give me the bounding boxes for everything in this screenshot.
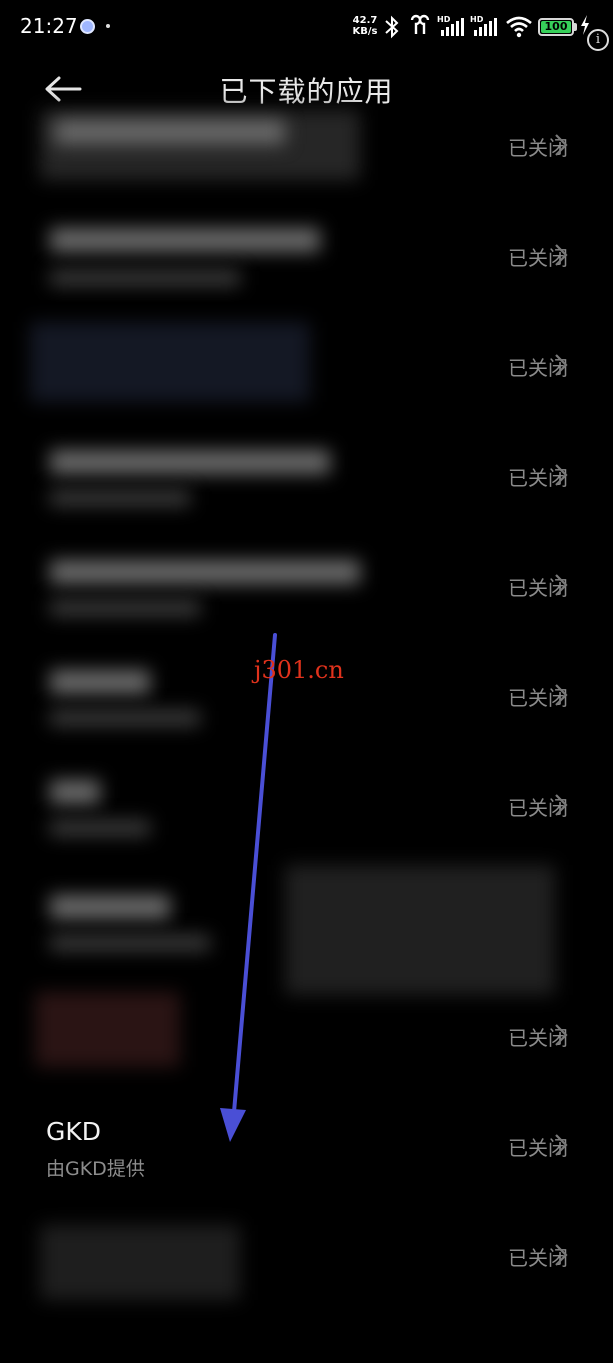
blurred-app-name [50,450,330,474]
app-subtitle: 由GKD提供 [46,1158,145,1180]
chevron-right-icon [555,1134,568,1156]
chevron-right-icon [555,354,568,376]
app-row[interactable] [0,860,613,995]
blurred-app-subtitle [50,820,150,836]
status-time: 21:27 [20,14,78,38]
app-row[interactable]: 已关闭 [0,200,613,310]
chevron-right-icon [555,1244,568,1266]
info-icon[interactable]: i [587,29,609,51]
chevron-right-icon [555,134,568,156]
blurred-app-info [40,1225,240,1300]
hd-signal-icon: HD [437,15,464,36]
svg-text:HD: HD [437,15,451,24]
net-speed-value: 42.7 [352,15,378,26]
app-row[interactable]: 已关闭 [0,530,613,640]
blurred-app-name [50,895,170,919]
net-speed-unit: KB/s [352,26,378,37]
app-row[interactable]: 已关闭 [0,420,613,530]
earbuds-icon [410,14,430,34]
bluetooth-icon [385,15,399,39]
app-row[interactable]: 已关闭 [0,90,613,200]
watermark: j301.cn [254,656,344,684]
blurred-app-name [50,670,150,694]
chevron-right-icon [555,464,568,486]
net-speed: 42.7 KB/s [350,15,380,37]
app-row[interactable]: 已关闭 [0,1200,613,1310]
battery-tip [574,23,577,31]
battery-icon: 100 [538,18,574,36]
status-bar: 21:27 42.7 KB/s HD HD 100 i [0,0,613,56]
blurred-app-subtitle [50,490,190,506]
blurred-app-name [50,228,320,252]
notification-dot-icon [80,19,95,34]
blurred-app-subtitle [50,600,200,616]
app-row-gkd[interactable]: GKD 由GKD提供 已关闭 [0,1090,613,1200]
notification-small-dot-icon [106,24,110,28]
chevron-right-icon [555,574,568,596]
app-row[interactable]: 已关闭 [0,310,613,420]
app-row[interactable]: 已关闭 [0,750,613,860]
chevron-right-icon [555,684,568,706]
blurred-app-name [50,560,360,584]
app-row[interactable]: 已关闭 [0,980,613,1090]
blurred-app-name [50,780,100,804]
blurred-app-name [55,120,285,144]
chevron-right-icon [555,1024,568,1046]
blurred-app-subtitle [50,935,210,951]
blurred-app-subtitle [50,270,240,286]
blurred-app-info [30,322,310,402]
chevron-right-icon [555,794,568,816]
battery-level: 100 [541,21,571,33]
app-name: GKD [46,1117,102,1146]
blurred-app-subtitle [50,710,200,726]
blurred-app-info [35,992,180,1067]
hd-signal-icon-2: HD [470,15,497,36]
svg-text:HD: HD [470,15,484,24]
chevron-right-icon [555,244,568,266]
blurred-overlay [285,865,555,995]
wifi-icon [506,16,532,38]
